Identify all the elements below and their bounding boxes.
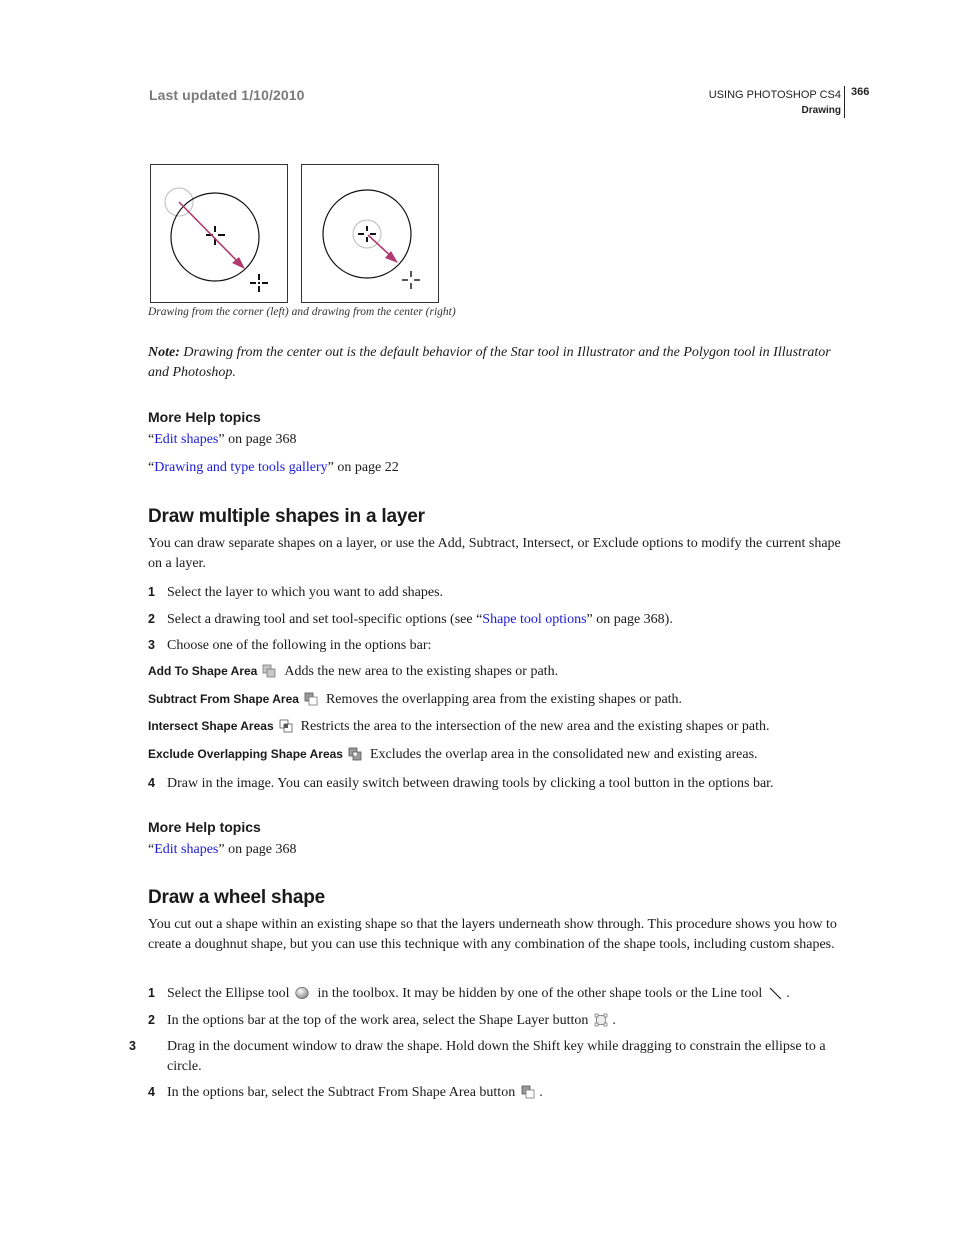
figure-caption: Drawing from the corner (left) and drawi… (148, 306, 456, 318)
book-title: USING PHOTOSHOP CS4 (708, 89, 841, 101)
step-item: 3 Drag in the document window to draw the… (129, 1036, 857, 1077)
corner-drawing-illustration (164, 187, 268, 292)
drawn-ellipse (322, 189, 412, 279)
center-crosshair-icon (206, 226, 225, 245)
ellipse-tool-icon (295, 986, 310, 1000)
note-paragraph: Note: Drawing from the center out is the… (148, 343, 848, 383)
cursor-crosshair-icon (402, 271, 420, 289)
center-drawing-illustration (322, 189, 420, 289)
help-link-item: “Drawing and type tools gallery” on page… (148, 460, 399, 475)
help-link-item: “Edit shapes” on page 368 (148, 432, 297, 447)
option-item: Add To Shape Area Adds the new area to th… (148, 664, 559, 679)
step-number: 3 (148, 638, 155, 652)
subtract-from-shape-area-icon (521, 1085, 535, 1099)
header-divider (844, 86, 845, 118)
option-term: Add To Shape Area (148, 664, 258, 678)
option-item: Exclude Overlapping Shape Areas Excludes … (148, 747, 758, 762)
step-number: 4 (148, 1085, 155, 1099)
option-term: Exclude Overlapping Shape Areas (148, 747, 343, 761)
section-heading-multiple-shapes: Draw multiple shapes in a layer (148, 506, 425, 527)
last-updated: Last updated 1/10/2010 (149, 87, 305, 103)
step-item: 2 Select a drawing tool and set tool-spec… (148, 609, 673, 630)
running-header: USING PHOTOSHOP CS4 Drawing (709, 87, 841, 119)
option-term: Subtract From Shape Area (148, 692, 299, 706)
link-edit-shapes[interactable]: Edit shapes (154, 842, 218, 857)
option-term: Intersect Shape Areas (148, 719, 274, 733)
step-number: 3 (129, 1039, 136, 1053)
add-to-shape-area-icon (262, 664, 276, 678)
subtract-from-shape-area-icon (304, 692, 318, 706)
shape-layer-icon (594, 1013, 608, 1027)
drag-arrow-line (178, 201, 242, 266)
step-number: 1 (148, 986, 155, 1000)
help-link-item: “Edit shapes” on page 368 (148, 842, 297, 857)
section-heading-wheel-shape: Draw a wheel shape (148, 887, 325, 908)
more-help-topics-heading: More Help topics (148, 409, 261, 425)
section-intro: You cut out a shape within an existing s… (148, 917, 837, 952)
figure-draw-from-corner (150, 164, 288, 303)
figure-draw-from-center (301, 164, 439, 303)
link-edit-shapes[interactable]: Edit shapes (154, 432, 218, 447)
page-number: 366 (851, 86, 870, 98)
note-text: Drawing from the center out is the defau… (148, 345, 831, 380)
more-help-topics-heading: More Help topics (148, 819, 261, 835)
link-drawing-and-type-tools-gallery[interactable]: Drawing and type tools gallery (154, 460, 327, 475)
link-shape-tool-options[interactable]: Shape tool options (482, 612, 586, 627)
step-item: 1 Select the Ellipse tool in the toolbox. … (148, 983, 790, 1004)
step-item: 4 In the options bar, select the Subtract… (148, 1082, 543, 1103)
intersect-shape-areas-icon (279, 719, 293, 733)
step-item: 1 Select the layer to which you want to a… (148, 582, 443, 603)
note-label: Note: (148, 345, 180, 360)
step-number: 1 (148, 585, 155, 599)
line-tool-icon (768, 986, 782, 1000)
chapter-title: Drawing (801, 105, 841, 116)
step-item: 3 Choose one of the following in the opti… (148, 635, 431, 656)
section-intro: You can draw separate shapes on a layer,… (148, 536, 841, 571)
option-item: Subtract From Shape Area Removes the over… (148, 692, 683, 707)
cursor-crosshair-icon (250, 274, 268, 292)
step-item: 4 Draw in the image. You can easily switc… (148, 773, 774, 794)
step-number: 2 (148, 1013, 155, 1027)
step-number: 2 (148, 612, 155, 626)
option-item: Intersect Shape Areas Restricts the area … (148, 719, 770, 734)
step-item: 2 In the options bar at the top of the wo… (148, 1010, 616, 1031)
step-number: 4 (148, 776, 155, 790)
exclude-overlapping-shape-areas-icon (348, 747, 362, 761)
